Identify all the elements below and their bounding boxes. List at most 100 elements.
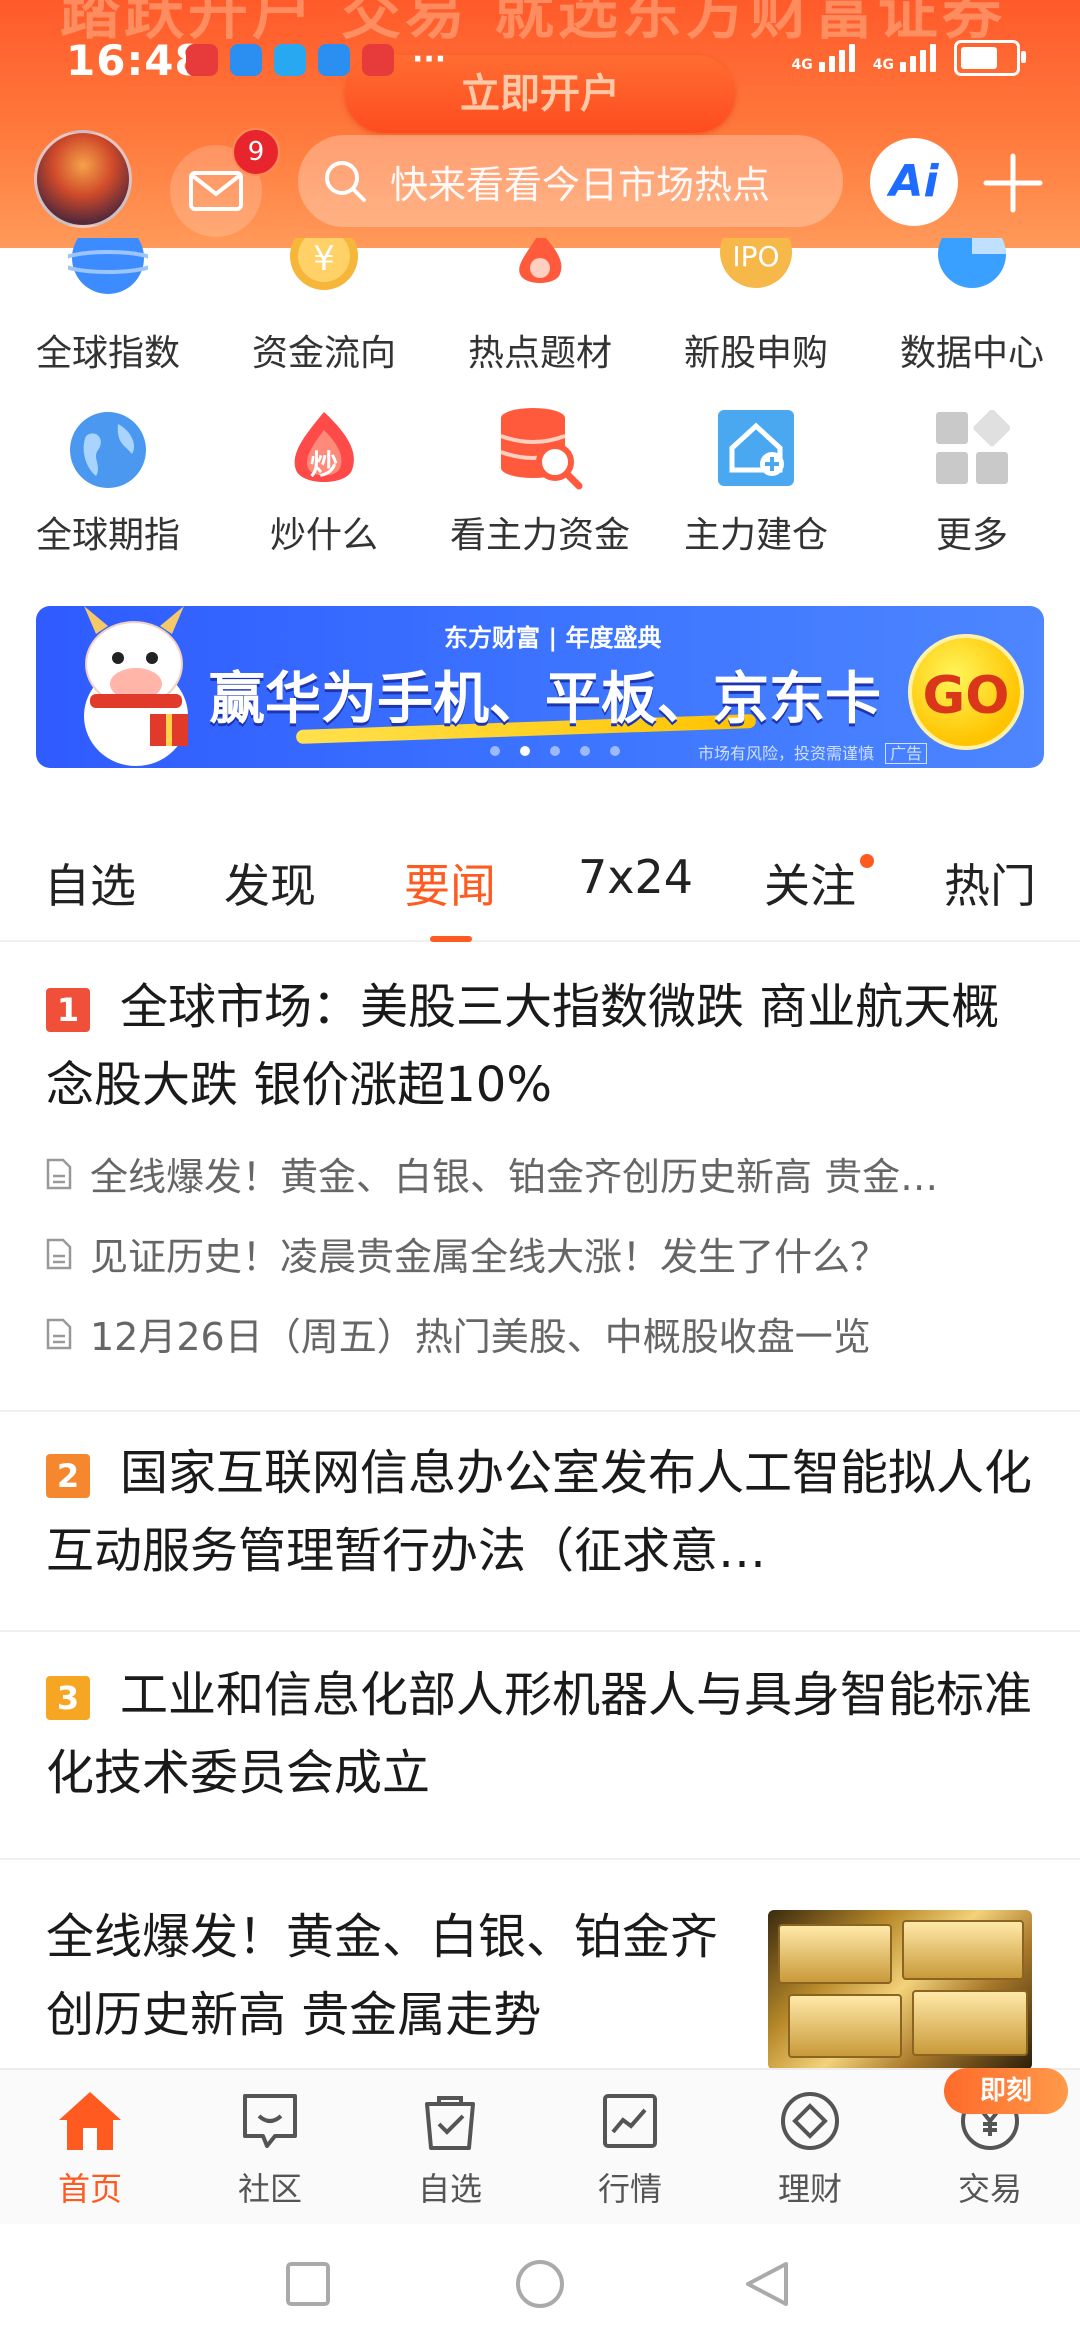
shortcut-global-futures[interactable]: 全球期指 [0, 400, 216, 560]
nav-label: 自选 [417, 2170, 482, 2208]
news-thumbnail-gold-bars[interactable] [768, 1910, 1032, 2070]
pager-dot [550, 746, 560, 756]
network-2-label: 4G [872, 57, 894, 73]
shortcut-row-1: 全球指数 ¥ 资金流向 热点题材 IPO 新股申购 数据中心 [0, 238, 1080, 388]
signal-area: 4G 4G [792, 40, 1026, 76]
flame-drop-icon [519, 238, 562, 283]
pager-dot [610, 746, 620, 756]
ad-tag: 广告 [885, 743, 928, 764]
diamond-circle-icon [781, 2092, 839, 2150]
status-bar: 16:48 ··· 4G 4G [0, 0, 1080, 120]
shortcut-global-index[interactable]: 全球指数 [0, 238, 216, 388]
news-tabs: 自选 发现 要闻 7x24 关注 热门 [0, 840, 1080, 942]
add-plus-icon[interactable] [980, 150, 1046, 216]
tab-7x24[interactable]: 7x24 [578, 850, 693, 904]
tab-watchlist[interactable]: 自选 [44, 850, 136, 916]
battery-level [961, 47, 997, 69]
nav-wealth[interactable]: 理财 [720, 2090, 900, 2210]
ipo-icon: IPO [720, 238, 792, 288]
rank-badge: 2 [46, 1454, 90, 1498]
tab-headlines[interactable]: 要闻 [404, 850, 496, 916]
related-news-3[interactable]: 12月26日（周五）热门美股、中概股收盘一览 [46, 1306, 1036, 1361]
signal-1-icon: 4G [792, 44, 855, 72]
following-new-dot [860, 854, 874, 868]
banner-headline: 赢华为手机、平板、京东卡 [209, 667, 881, 732]
nav-label: 社区 [237, 2170, 302, 2208]
cloud-app-icon [318, 43, 350, 76]
shortcut-label: 全球指数 [35, 333, 180, 374]
tab-hot[interactable]: 热门 [944, 850, 1036, 916]
shortcut-label: 更多 [935, 515, 1008, 556]
search-bar[interactable]: 快来看看今日市场热点 [298, 135, 843, 227]
shortcut-ipo[interactable]: IPO 新股申购 [648, 238, 864, 388]
shortcut-data-center[interactable]: 数据中心 [864, 238, 1080, 388]
nav-home[interactable]: 首页 [0, 2090, 180, 2210]
pager-dot [520, 746, 530, 756]
doc-icon [46, 1158, 72, 1189]
nav-label: 行情 [597, 2170, 662, 2208]
shortcut-label: 热点题材 [467, 333, 612, 374]
shortcut-label: 资金流向 [251, 333, 396, 374]
ai-assistant-button[interactable]: Ai [870, 138, 958, 226]
nav-label: 首页 [57, 2170, 122, 2208]
shortcut-hot-topics[interactable]: 热点题材 [432, 238, 648, 388]
fire-badge-text: 炒 [310, 448, 338, 481]
shortcut-label: 新股申购 [683, 333, 828, 374]
promo-banner[interactable]: 东方财富 | 年度盛典 赢华为手机、平板、京东卡 GO 市场有风险，投资需谨慎 … [36, 606, 1044, 768]
huawei-app-icon [186, 43, 218, 76]
news-item-2-title[interactable]: 2 国家互联网信息办公室发布人工智能拟人化互动服务管理暂行办法（征求意… [46, 1434, 1036, 1590]
news-item-3-title[interactable]: 3 工业和信息化部人形机器人与具身智能标准化技术委员会成立 [46, 1656, 1036, 1812]
home-circle-icon[interactable] [514, 2258, 566, 2310]
more-grid-icon [936, 410, 1010, 484]
nav-label: 交易 [957, 2170, 1022, 2208]
back-triangle-icon[interactable] [742, 2258, 792, 2310]
nav-market[interactable]: 行情 [540, 2090, 720, 2210]
pager-dot [580, 746, 590, 756]
shortcut-main-capital[interactable]: 看主力资金 [432, 400, 648, 560]
app-header: 踏跃开户 交易 就选东方财富证券 立即开户 16:48 ··· 4G 4G 9 … [0, 0, 1080, 248]
related-news-1[interactable]: 全线爆发！黄金、白银、铂金齐创历史新高 贵金… [46, 1146, 1036, 1201]
mascot-cow-icon [84, 606, 188, 766]
mail-icon [189, 171, 243, 211]
shortcut-label: 看主力资金 [449, 515, 630, 556]
related-news-text: 12月26日（周五）热门美股、中概股收盘一览 [90, 1315, 871, 1359]
divider [0, 1630, 1080, 1632]
shortcut-label: 数据中心 [899, 333, 1044, 374]
shortcut-row-2: 全球期指 炒 炒什么 看主力资金 主力建仓 更多 [0, 400, 1080, 560]
chat-app-icon [230, 43, 262, 76]
shortcut-position-building[interactable]: 主力建仓 [648, 400, 864, 560]
shortcut-capital-flow[interactable]: ¥ 资金流向 [216, 238, 432, 388]
news-item-4-title[interactable]: 全线爆发！黄金、白银、铂金齐创历史新高 贵金属走势 [46, 1898, 746, 2054]
yen-coin-icon: ¥ [290, 238, 358, 290]
banner-go-button[interactable]: GO [908, 634, 1024, 750]
recent-apps-icon[interactable] [284, 2260, 332, 2308]
mail-unread-badge: 9 [232, 128, 280, 176]
weather-app-icon [274, 43, 306, 76]
nav-watchlist[interactable]: 自选 [360, 2090, 540, 2210]
pager-dot [490, 746, 500, 756]
shortcut-what-to-trade[interactable]: 炒 炒什么 [216, 400, 432, 560]
fire-badge-icon: 炒 [294, 412, 354, 482]
divider [0, 1410, 1080, 1412]
shortcut-label: 炒什么 [269, 515, 378, 556]
nav-community[interactable]: 社区 [180, 2090, 360, 2210]
news-title-text: 全球市场：美股三大指数微跌 商业航天概念股大跌 银价涨超10% [46, 979, 1000, 1113]
banner-note-text: 市场有风险，投资需谨慎 [698, 744, 875, 763]
tab-following[interactable]: 关注 [764, 850, 856, 916]
divider [0, 1858, 1080, 1860]
user-avatar[interactable] [34, 130, 132, 228]
shortcut-more[interactable]: 更多 [864, 400, 1080, 560]
rank-badge: 3 [46, 1676, 90, 1720]
news-item-1-title[interactable]: 1 全球市场：美股三大指数微跌 商业航天概念股大跌 银价涨超10% [46, 968, 1036, 1124]
related-news-2[interactable]: 见证历史！凌晨贵金属全线大涨！发生了什么？ [46, 1226, 1036, 1281]
trade-promo-badge: 即刻 [944, 2068, 1068, 2114]
system-navigation-bar [0, 2224, 1080, 2340]
search-placeholder: 快来看看今日市场热点 [390, 162, 771, 207]
banner-brand: 东方财富 | 年度盛典 [444, 624, 662, 652]
home-icon [59, 2092, 121, 2150]
tab-discover[interactable]: 发现 [224, 850, 316, 916]
globe-index-icon [68, 238, 148, 294]
banner-disclaimer: 市场有风险，投资需谨慎 广告 [698, 740, 928, 764]
more-notifications-icon: ··· [412, 42, 447, 77]
house-plus-icon [718, 410, 794, 486]
